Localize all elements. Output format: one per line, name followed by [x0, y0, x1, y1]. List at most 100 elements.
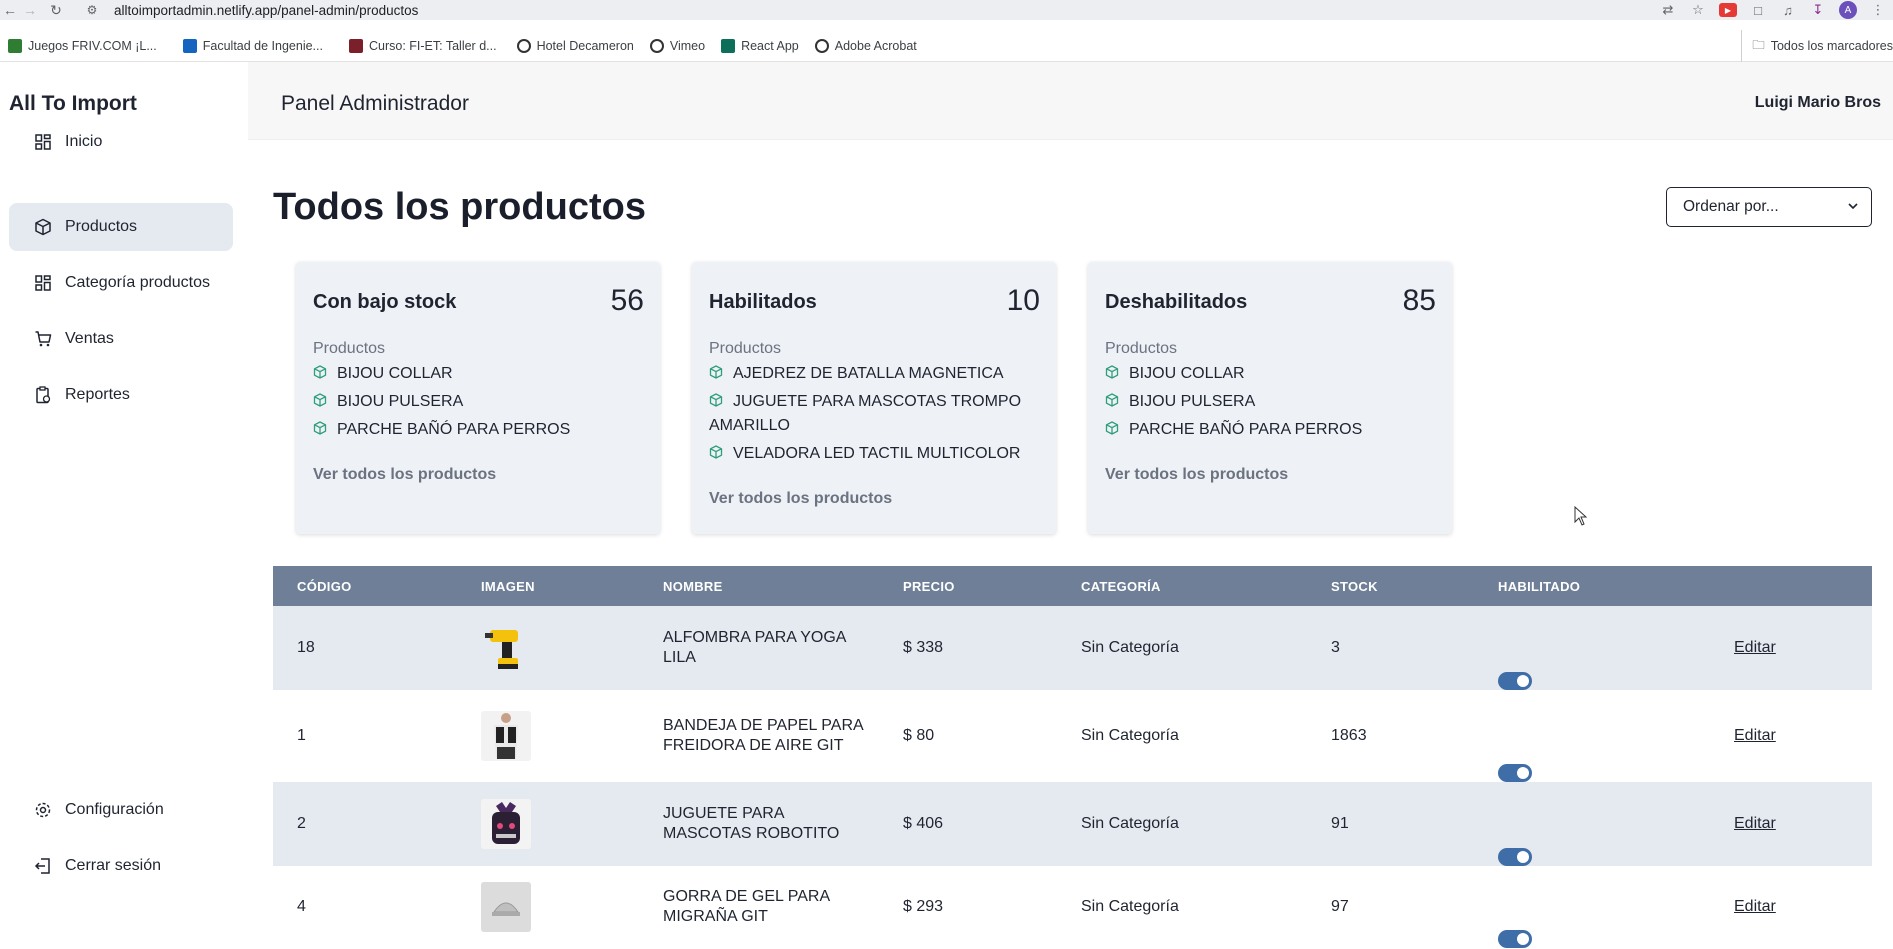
card-count: 85	[1402, 284, 1436, 317]
column-header[interactable]: STOCK	[1331, 579, 1378, 594]
download-icon[interactable]: ↧	[1803, 0, 1833, 20]
bookmark-item[interactable]: Hotel Decameron	[509, 30, 642, 62]
menu-icon[interactable]: ⋮	[1863, 0, 1893, 20]
list-item: BIJOU PULSERA	[313, 390, 643, 414]
cap-image	[492, 902, 520, 916]
bookmark-item[interactable]: Curso: FI-ET: Taller d...	[341, 30, 505, 62]
column-header[interactable]: PRECIO	[903, 579, 955, 594]
bookmark-favicon-icon	[182, 38, 197, 53]
product-thumbnail[interactable]	[481, 711, 531, 761]
translate-icon[interactable]: ⇄	[1653, 0, 1683, 20]
bookmark-item[interactable]: React App	[713, 30, 807, 62]
forward-arrow-icon[interactable]: →	[20, 0, 40, 20]
sidebar-item-inicio[interactable]: Inicio	[9, 118, 233, 166]
reload-icon[interactable]: ↻	[46, 0, 66, 20]
card-subtitle: Productos	[709, 340, 782, 357]
list-item: JUGUETE PARA MASCOTAS TROMPO AMARILLO	[709, 393, 1022, 434]
cube-icon	[313, 419, 327, 435]
list-item: PARCHE BAÑÓ PARA PERROS	[1105, 418, 1435, 442]
card-product-list: BIJOU COLLAR BIJOU PULSERA PARCHE BAÑÓ P…	[1105, 362, 1435, 446]
cell-price: $ 293	[903, 898, 944, 915]
cell-code: 1	[297, 727, 306, 744]
card-product-list: BIJOU COLLAR BIJOU PULSERA PARCHE BAÑÓ P…	[313, 362, 643, 446]
sidebar-item-categoria[interactable]: Categoría productos	[9, 259, 233, 307]
extensions-icon[interactable]: □	[1743, 0, 1773, 20]
page-title: Todos los productos	[273, 186, 646, 228]
cell-code: 4	[297, 898, 306, 915]
graduation-cap-icon	[348, 38, 363, 53]
product-thumbnail[interactable]	[481, 799, 531, 849]
chevron-down-icon	[1847, 199, 1859, 217]
grid-icon	[33, 273, 53, 293]
all-bookmarks-folder[interactable]: 🗀 Todos los marcadores	[1741, 30, 1893, 62]
site-settings-icon[interactable]: ⚙	[82, 0, 102, 20]
table-row: 4 GORRA DE GEL PARA MIGRAÑA GIT $ 293 Si…	[273, 866, 1872, 948]
sidebar-item-cerrar-sesion[interactable]: Cerrar sesión	[9, 842, 233, 890]
list-item: VELADORA LED TACTIL MULTICOLOR	[709, 442, 1039, 466]
sort-select-value: Ordenar por...	[1683, 198, 1779, 215]
cell-name: ALFOMBRA PARA YOGA LILA	[663, 629, 846, 666]
list-item: BIJOU COLLAR	[1105, 362, 1435, 386]
folder-icon: 🗀	[1752, 37, 1765, 52]
enabled-toggle[interactable]	[1498, 930, 1532, 948]
column-header[interactable]: HABILITADO	[1498, 579, 1580, 594]
view-all-link[interactable]: Ver todos los productos	[313, 466, 496, 484]
bookmark-item[interactable]: Facultad de Ingenie...	[175, 30, 331, 62]
user-name[interactable]: Luigi Mario Bros	[1755, 94, 1881, 112]
enabled-toggle[interactable]	[1498, 848, 1532, 866]
table-row: 18 ALFOMBRA PARA YOGA LILA $ 338 Sin Cat…	[273, 606, 1872, 690]
mouse-cursor-icon	[1574, 505, 1588, 531]
table-row: 1 BANDEJA DE PAPEL PARA FREIDORA DE AIRE…	[273, 690, 1872, 782]
edit-link[interactable]: Editar	[1734, 898, 1776, 916]
sidebar-item-reportes[interactable]: Reportes	[9, 371, 233, 419]
globe-icon	[814, 38, 829, 53]
star-icon[interactable]: ☆	[1683, 0, 1713, 20]
jar-image	[492, 802, 520, 844]
edit-link[interactable]: Editar	[1734, 639, 1776, 657]
product-thumbnail[interactable]	[481, 623, 531, 673]
enabled-toggle[interactable]	[1498, 672, 1532, 690]
bookmark-item[interactable]: Vimeo	[642, 30, 713, 62]
back-arrow-icon[interactable]: ←	[0, 0, 20, 20]
cell-category: Sin Categoría	[1081, 815, 1179, 832]
cube-icon	[1105, 363, 1119, 379]
card-count: 56	[610, 284, 644, 317]
card-count: 10	[1006, 284, 1040, 317]
media-icon[interactable]: ♫	[1773, 0, 1803, 20]
view-all-link[interactable]: Ver todos los productos	[1105, 466, 1288, 484]
cell-name: GORRA DE GEL PARA MIGRAÑA GIT	[663, 888, 830, 925]
cell-category: Sin Categoría	[1081, 639, 1179, 656]
sidebar-item-ventas[interactable]: Ventas	[9, 315, 233, 363]
bookmark-item[interactable]: Adobe Acrobat	[807, 30, 925, 62]
column-header[interactable]: IMAGEN	[481, 579, 535, 594]
top-bar: Panel Administrador Luigi Mario Bros	[248, 62, 1893, 140]
card-subtitle: Productos	[313, 340, 386, 357]
bookmark-item[interactable]: Juegos FRIV.COM ¡L...	[0, 30, 165, 62]
brand-logo[interactable]: All To Import	[9, 92, 137, 116]
cell-category: Sin Categoría	[1081, 898, 1179, 915]
sort-select[interactable]: Ordenar por...	[1666, 187, 1872, 227]
address-bar[interactable]: alltoimportadmin.netlify.app/panel-admin…	[114, 3, 418, 18]
cell-code: 2	[297, 815, 306, 832]
youtube-extension-icon[interactable]: ▶	[1719, 3, 1737, 17]
product-thumbnail[interactable]	[481, 882, 531, 932]
cell-stock: 97	[1331, 898, 1349, 915]
column-header[interactable]: NOMBRE	[663, 579, 723, 594]
cell-stock: 91	[1331, 815, 1349, 832]
globe-icon	[516, 38, 531, 53]
column-header[interactable]: CATEGORÍA	[1081, 579, 1161, 594]
sidebar-item-productos[interactable]: Productos	[9, 203, 233, 251]
column-header[interactable]: CÓDIGO	[297, 579, 352, 594]
sidebar-item-configuracion[interactable]: Configuración	[9, 786, 233, 834]
edit-link[interactable]: Editar	[1734, 815, 1776, 833]
cell-code: 18	[297, 639, 315, 656]
edit-link[interactable]: Editar	[1734, 727, 1776, 745]
card-low-stock: Con bajo stock 56 Productos BIJOU COLLAR…	[296, 262, 660, 534]
card-subtitle: Productos	[1105, 340, 1178, 357]
sidebar: All To Import Inicio Productos Categoría…	[0, 62, 248, 949]
profile-avatar[interactable]: A	[1839, 1, 1857, 19]
globe-icon	[649, 38, 664, 53]
view-all-link[interactable]: Ver todos los productos	[709, 490, 892, 508]
table-header: CÓDIGO IMAGEN NOMBRE PRECIO CATEGORÍA ST…	[273, 566, 1872, 606]
enabled-toggle[interactable]	[1498, 764, 1532, 782]
